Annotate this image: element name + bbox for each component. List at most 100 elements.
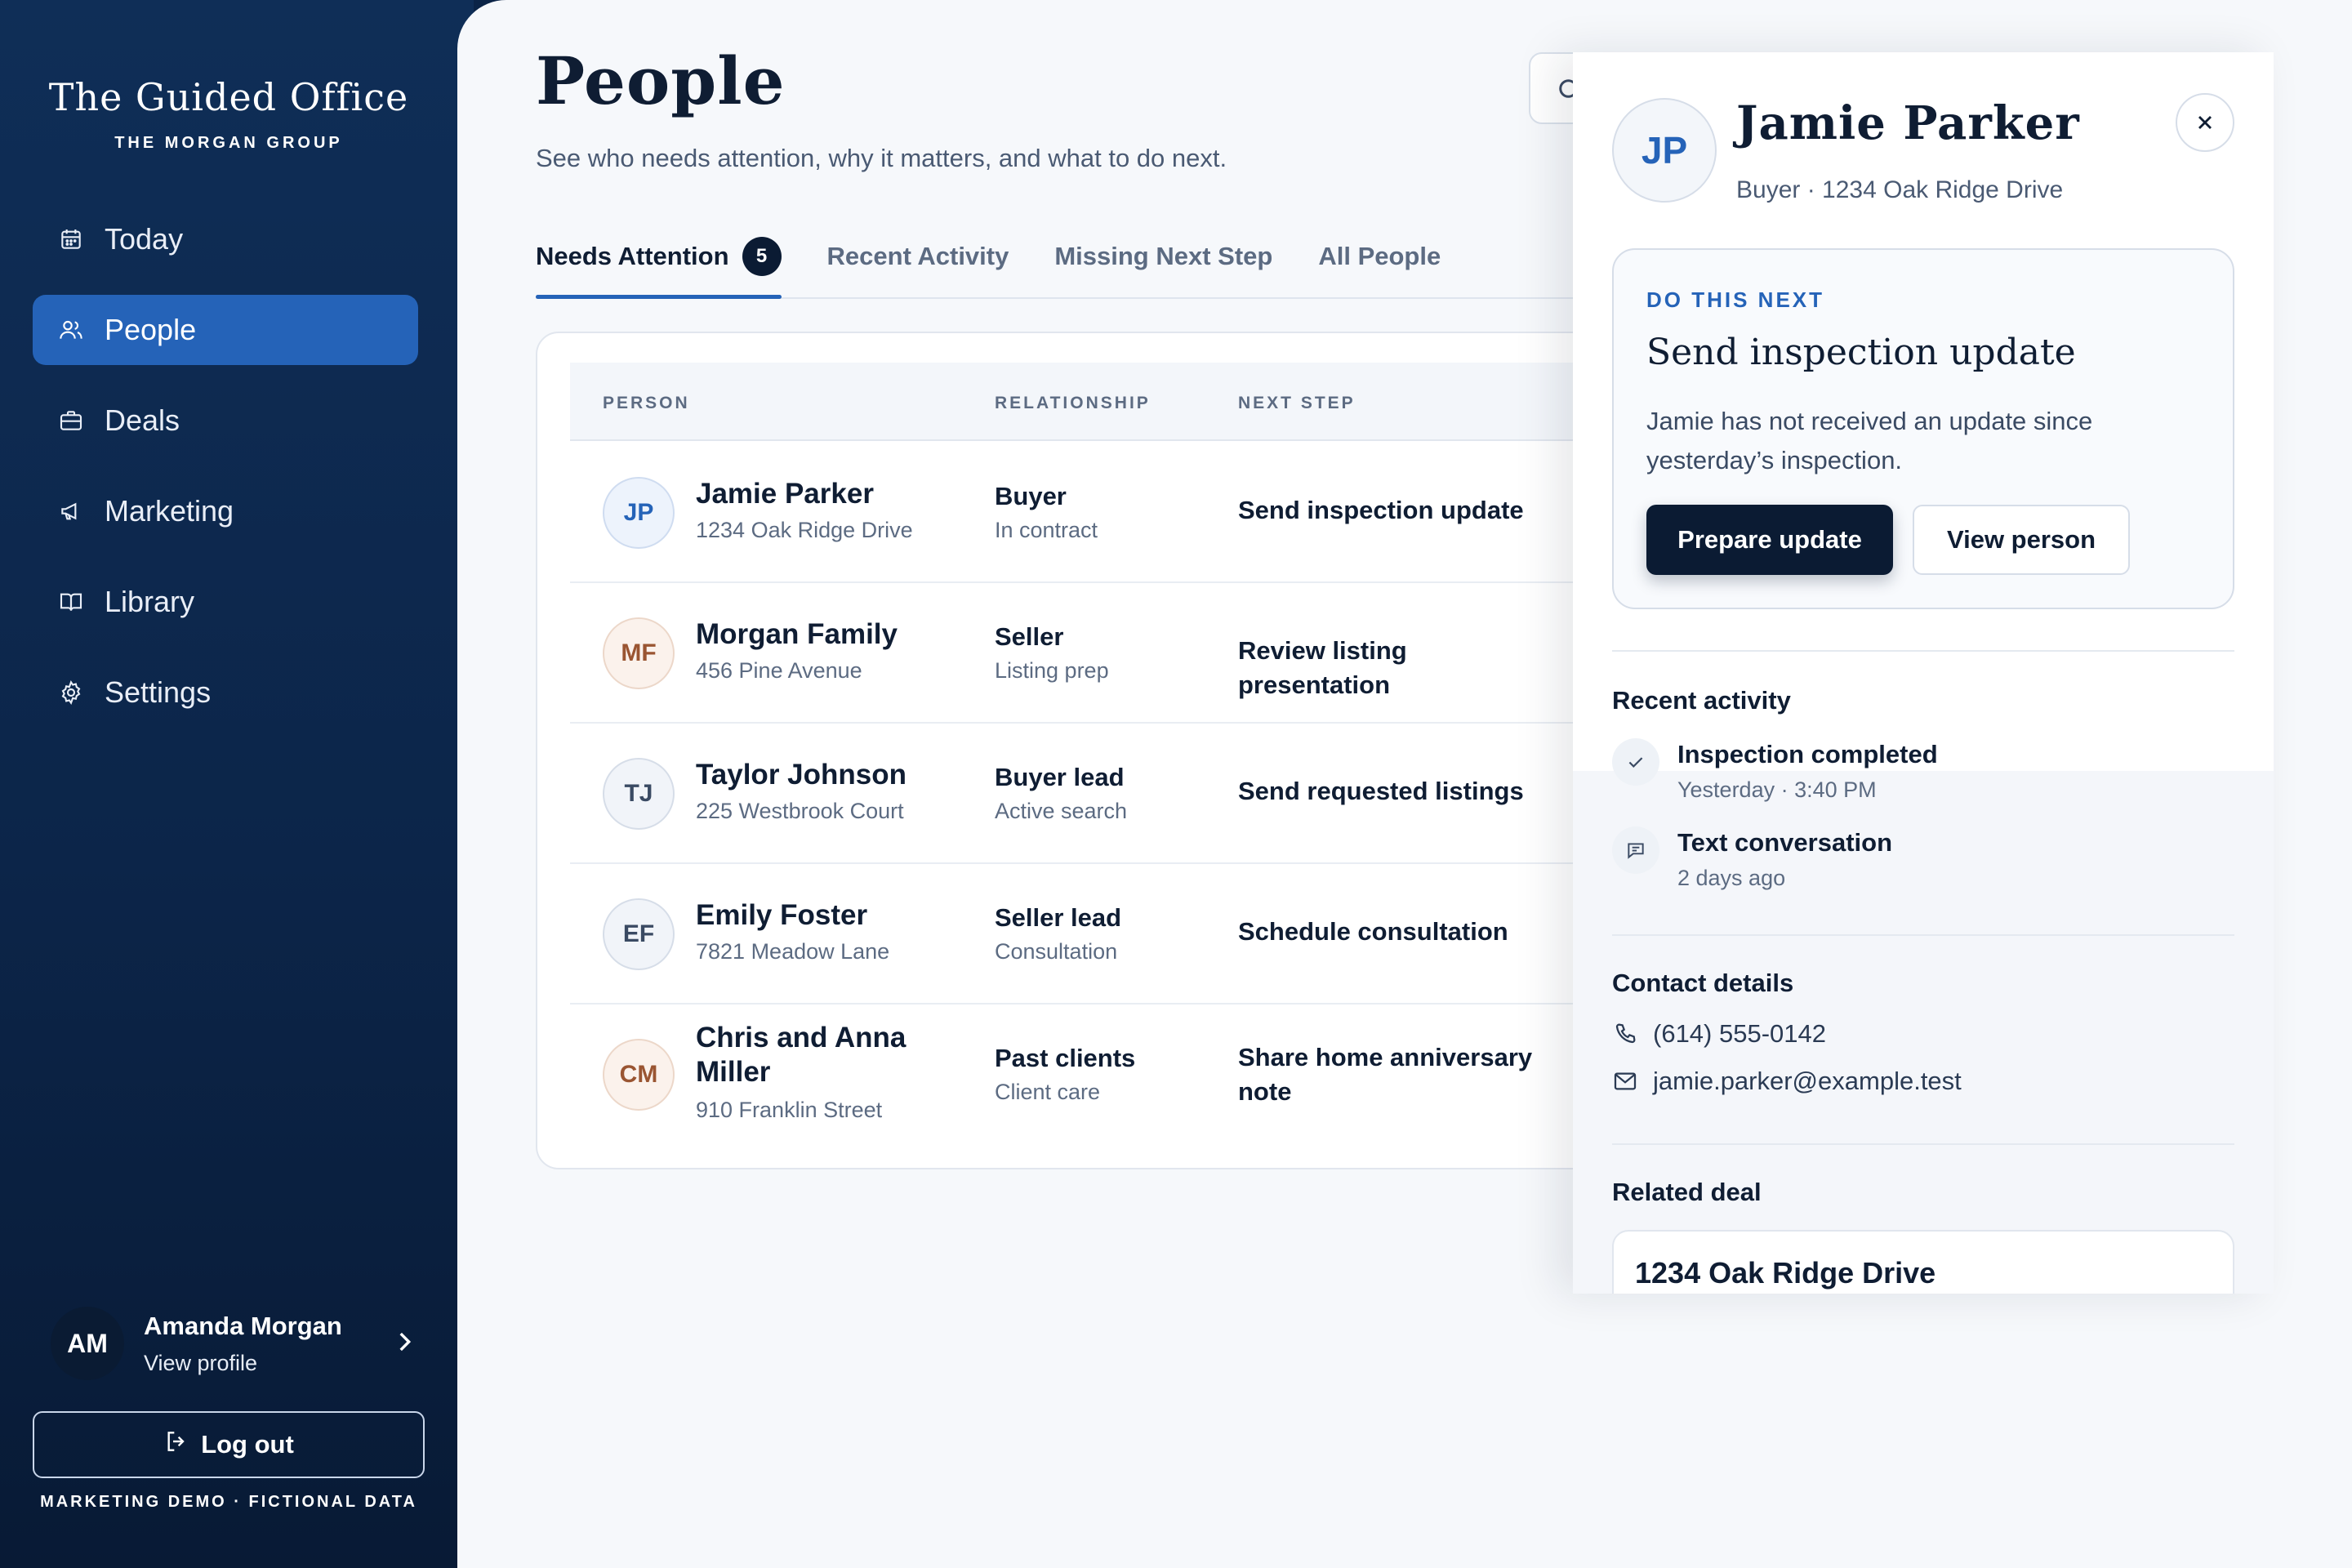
relationship-type: Buyer lead	[995, 763, 1125, 791]
relationship-type: Buyer	[995, 482, 1067, 510]
person-detail-drawer: JP Jamie Parker Buyer · 1234 Oak Ridge D…	[1573, 52, 2274, 1294]
profile-link[interactable]: AM Amanda Morgan View profile	[51, 1307, 418, 1380]
sidebar-item-label: Today	[105, 222, 184, 256]
logout-icon	[163, 1428, 201, 1461]
next-step-card: DO THIS NEXT Send inspection update Jami…	[1612, 248, 2234, 609]
relationship-status: In contract	[995, 518, 1098, 542]
profile-name: Amanda Morgan	[144, 1311, 342, 1340]
chat-icon	[1612, 826, 1659, 874]
next-step: Schedule consultation	[1238, 917, 1508, 946]
divider	[1612, 650, 2234, 652]
next-step: Send requested listings	[1238, 777, 1524, 805]
brand-subtitle: THE MORGAN GROUP	[114, 134, 343, 152]
tab-label: Needs Attention	[536, 242, 729, 270]
relationship-status: Listing prep	[995, 658, 1109, 683]
chevron-right-icon	[390, 1328, 418, 1360]
table-row[interactable]: EF Emily Foster 7821 Meadow Lane Seller …	[570, 864, 1697, 1004]
column-header-relationship: RELATIONSHIP	[995, 394, 1151, 412]
sidebar-item-label: Settings	[105, 675, 212, 709]
table-row[interactable]: CM Chris and Anna Miller 910 Franklin St…	[570, 1004, 1697, 1145]
sidebar-item-label: Deals	[105, 403, 180, 437]
relationship-type: Seller lead	[995, 903, 1122, 932]
avatar: TJ	[603, 758, 675, 830]
next-step: Send inspection update	[1238, 496, 1524, 524]
table-row[interactable]: TJ Taylor Johnson 225 Westbrook Court Bu…	[570, 724, 1697, 864]
main-nav: Today People Deals Marketing Library Set…	[33, 204, 418, 748]
tab-missing-next-step[interactable]: Missing Next Step	[1054, 237, 1272, 299]
avatar: CM	[603, 1039, 675, 1111]
person-address: 910 Franklin Street	[696, 1098, 883, 1122]
email-contact[interactable]: jamie.parker@example.test	[1612, 1067, 1962, 1096]
people-icon	[57, 316, 85, 344]
recent-activity-heading: Recent activity	[1612, 686, 1791, 715]
activity-time: Yesterday · 3:40 PM	[1677, 777, 1877, 802]
person-name: Chris and Anna Miller	[696, 1022, 906, 1088]
related-deal-card[interactable]: 1234 Oak Ridge Drive	[1612, 1230, 2234, 1294]
relationship-status: Active search	[995, 799, 1128, 823]
count-badge: 5	[742, 237, 782, 276]
activity-title: Inspection completed	[1677, 740, 1938, 768]
avatar: JP	[1612, 98, 1717, 203]
check-icon	[1612, 738, 1659, 786]
divider	[1612, 934, 2234, 936]
book-icon	[57, 588, 85, 616]
logout-button[interactable]: Log out	[33, 1411, 425, 1478]
avatar: AM	[51, 1307, 124, 1380]
tab-all-people[interactable]: All People	[1318, 237, 1441, 299]
people-table: PERSON RELATIONSHIP NEXT STEP JP Jamie P…	[536, 332, 1697, 1169]
relationship-status: Consultation	[995, 939, 1118, 964]
sidebar-item-people[interactable]: People	[33, 295, 418, 365]
contact-details-heading: Contact details	[1612, 969, 1794, 997]
demo-note: MARKETING DEMO · FICTIONAL DATA	[40, 1493, 417, 1511]
person-address: 1234 Oak Ridge Drive	[696, 518, 913, 542]
relationship-type: Past clients	[995, 1044, 1136, 1072]
phone-icon	[1615, 1023, 1636, 1044]
logout-label: Log out	[201, 1430, 294, 1459]
avatar: MF	[603, 617, 675, 689]
sidebar-item-today[interactable]: Today	[33, 204, 418, 274]
page-subtitle: See who needs attention, why it matters,…	[536, 144, 1227, 172]
brand-title: The Guided Office	[48, 75, 409, 119]
next-step: Share home anniversary note	[1238, 1043, 1533, 1106]
mail-icon	[1614, 1072, 1637, 1090]
phone-contact[interactable]: (614) 555-0142	[1612, 1019, 1826, 1049]
sidebar-item-marketing[interactable]: Marketing	[33, 476, 418, 546]
next-step-body: Jamie has not received an update since y…	[1646, 407, 2093, 474]
gear-icon	[57, 679, 85, 706]
brand: The Guided Office THE MORGAN GROUP	[0, 75, 457, 153]
activity-title: Text conversation	[1677, 828, 1893, 857]
view-person-button[interactable]: View person	[1913, 505, 2130, 575]
tab-recent-activity[interactable]: Recent Activity	[827, 237, 1009, 299]
relationship-status: Client care	[995, 1080, 1101, 1104]
sidebar-item-label: Library	[105, 585, 195, 618]
prepare-update-button[interactable]: Prepare update	[1646, 505, 1893, 575]
person-name: Emily Foster	[696, 899, 868, 931]
person-address: 225 Westbrook Court	[696, 799, 904, 823]
phone-number: (614) 555-0142	[1653, 1019, 1826, 1048]
next-step-title: Send inspection update	[1646, 332, 2076, 373]
sidebar: The Guided Office THE MORGAN GROUP Today…	[0, 0, 474, 1568]
table-row[interactable]: JP Jamie Parker 1234 Oak Ridge Drive Buy…	[570, 443, 1697, 583]
avatar: JP	[603, 477, 675, 549]
briefcase-icon	[57, 407, 85, 434]
tab-label: Recent Activity	[826, 242, 1009, 270]
tab-label: Missing Next Step	[1054, 242, 1273, 270]
close-button[interactable]	[2176, 93, 2234, 152]
person-name: Morgan Family	[696, 618, 898, 650]
table-row[interactable]: MF Morgan Family 456 Pine Avenue Seller …	[570, 583, 1697, 724]
sidebar-item-label: People	[105, 313, 197, 346]
tab-needs-attention[interactable]: Needs Attention 5	[536, 237, 782, 299]
person-name: Taylor Johnson	[696, 759, 906, 791]
person-address: 456 Pine Avenue	[696, 658, 862, 683]
sidebar-item-library[interactable]: Library	[33, 567, 418, 637]
next-step: Review listing presentation	[1238, 636, 1407, 699]
sidebar-item-settings[interactable]: Settings	[33, 657, 418, 728]
calendar-icon	[57, 225, 85, 253]
sidebar-item-deals[interactable]: Deals	[33, 385, 418, 456]
deal-title: 1234 Oak Ridge Drive	[1635, 1256, 1936, 1290]
view-profile-link[interactable]: View profile	[144, 1351, 390, 1376]
column-header-person: PERSON	[603, 394, 690, 412]
column-header-next-step: NEXT STEP	[1238, 394, 1356, 412]
page-title: People	[536, 42, 786, 119]
tab-label: All People	[1318, 242, 1441, 270]
